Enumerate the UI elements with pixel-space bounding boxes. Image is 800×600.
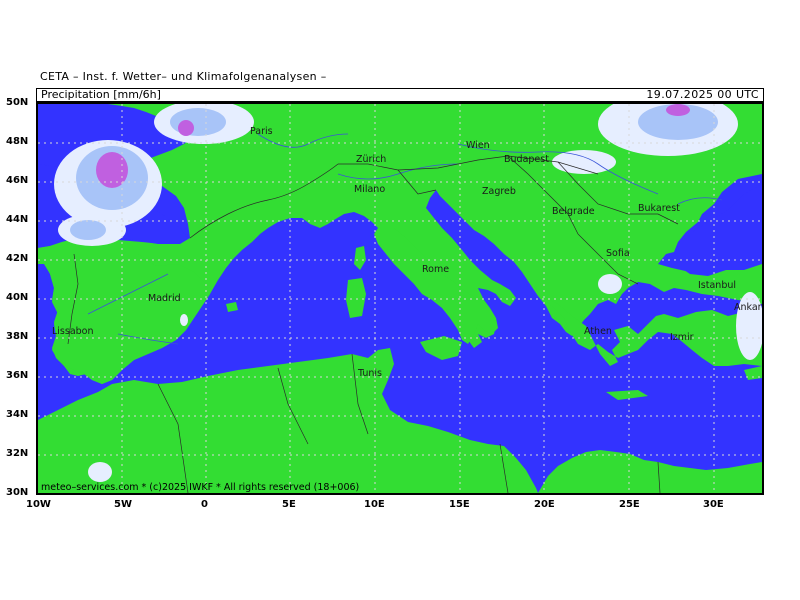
city-label: Rome xyxy=(422,264,449,275)
lon-label: 10W xyxy=(26,499,51,510)
product-title: Precipitation [mm/6h] xyxy=(41,88,161,101)
city-label: Tunis xyxy=(357,368,382,379)
lon-label: 15E xyxy=(449,499,470,510)
city-label: Zagreb xyxy=(482,186,516,197)
city-label: Lissabon xyxy=(52,326,94,337)
lon-label: 0 xyxy=(201,499,208,510)
lat-label: 46N xyxy=(6,175,29,186)
source-header: CETA – Inst. f. Wetter– und Klimafolgena… xyxy=(40,70,327,83)
lon-label: 30E xyxy=(703,499,724,510)
city-label: Madrid xyxy=(148,293,181,304)
lat-label: 40N xyxy=(6,292,29,303)
city-label: Milano xyxy=(354,184,385,195)
lon-label: 5E xyxy=(282,499,296,510)
valid-time: 19.07.2025 00 UTC xyxy=(646,88,759,101)
lat-label: 32N xyxy=(6,448,29,459)
city-label: Izmir xyxy=(670,332,694,343)
city-label: Ankara xyxy=(734,302,762,313)
city-label: Bukarest xyxy=(638,203,680,214)
map-panel[interactable]: Paris Wien Zürich Budapest Zagreb Belgra… xyxy=(36,102,764,495)
city-label: Paris xyxy=(250,126,273,137)
lat-label: 30N xyxy=(6,487,29,498)
city-label: Sofia xyxy=(606,248,630,259)
lat-label: 42N xyxy=(6,253,29,264)
lon-label: 20E xyxy=(534,499,555,510)
lon-label: 5W xyxy=(114,499,132,510)
precip-map[interactable]: Paris Wien Zürich Budapest Zagreb Belgra… xyxy=(38,104,762,493)
city-label: Athen xyxy=(584,326,612,337)
lon-label: 10E xyxy=(364,499,385,510)
lat-label: 38N xyxy=(6,331,29,342)
city-label: Wien xyxy=(466,140,490,151)
lat-label: 34N xyxy=(6,409,29,420)
city-label: Istanbul xyxy=(698,280,736,291)
city-label: Zürich xyxy=(356,154,386,165)
lat-label: 50N xyxy=(6,97,29,108)
city-label: Budapest xyxy=(504,154,549,165)
lat-label: 48N xyxy=(6,136,29,147)
lat-label: 36N xyxy=(6,370,29,381)
lat-label: 44N xyxy=(6,214,29,225)
copyright-footer: meteo–services.com * (c)2025 IWKF * All … xyxy=(41,482,360,493)
title-bar: Precipitation [mm/6h] 19.07.2025 00 UTC xyxy=(36,88,764,102)
lon-label: 25E xyxy=(619,499,640,510)
city-label: Belgrade xyxy=(552,206,595,217)
